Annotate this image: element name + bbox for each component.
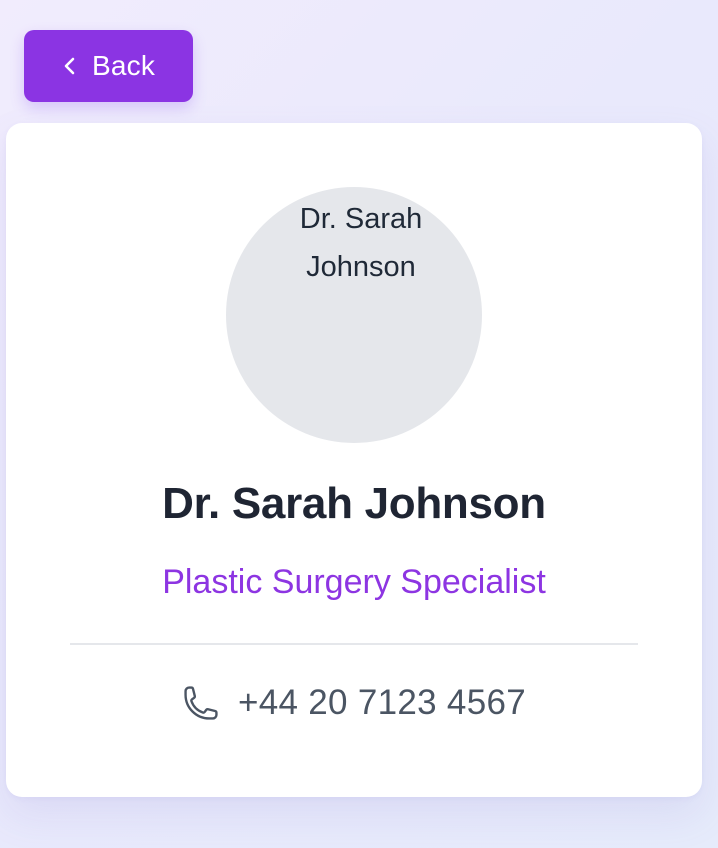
phone-number: +44 20 7123 4567 (238, 683, 526, 722)
phone-icon (182, 684, 220, 722)
doctor-avatar: Dr. Sarah Johnson (226, 187, 482, 443)
phone-contact[interactable]: +44 20 7123 4567 (6, 679, 702, 727)
back-button[interactable]: Back (24, 30, 193, 102)
divider (70, 643, 638, 645)
chevron-left-icon (62, 56, 78, 76)
back-button-label: Back (91, 50, 156, 81)
doctor-name: Dr. Sarah Johnson (162, 479, 546, 528)
doctor-specialty: Plastic Surgery Specialist (162, 563, 546, 601)
doctor-profile-card: Dr. Sarah Johnson Dr. Sarah Johnson Plas… (6, 123, 702, 797)
avatar-alt-text: Dr. Sarah Johnson (299, 203, 423, 283)
